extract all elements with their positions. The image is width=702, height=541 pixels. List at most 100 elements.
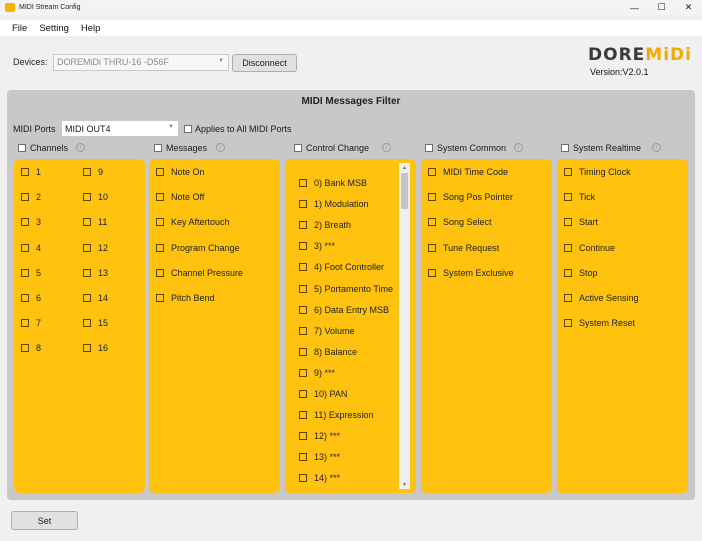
system-common-item[interactable]: System Exclusive xyxy=(428,268,514,278)
maximize-icon[interactable]: ☐ xyxy=(648,0,675,15)
info-icon[interactable]: i xyxy=(382,143,391,152)
channel-checkbox[interactable] xyxy=(83,344,91,353)
menu-file[interactable]: File xyxy=(12,23,27,34)
channels-select-all-checkbox[interactable] xyxy=(18,144,26,152)
channel-checkbox[interactable] xyxy=(21,294,29,302)
scroll-down-icon[interactable]: ▼ xyxy=(399,480,410,489)
channel-checkbox[interactable] xyxy=(21,268,29,277)
channel-item[interactable]: 13 xyxy=(83,268,108,278)
control-change-checkbox[interactable] xyxy=(299,179,307,187)
info-icon[interactable]: i xyxy=(514,143,523,152)
channel-checkbox[interactable] xyxy=(83,218,91,227)
channel-checkbox[interactable] xyxy=(21,243,29,252)
scroll-thumb[interactable] xyxy=(401,173,408,209)
control-change-item[interactable]: 8) Balance xyxy=(299,347,357,357)
control-change-checkbox[interactable] xyxy=(299,200,307,209)
set-button[interactable]: Set xyxy=(11,511,78,530)
control-change-checkbox[interactable] xyxy=(299,305,307,314)
channel-checkbox[interactable] xyxy=(83,319,91,328)
channel-checkbox[interactable] xyxy=(21,344,29,353)
control-change-item[interactable]: 14) *** xyxy=(299,473,340,483)
control-change-item[interactable]: 7) Volume xyxy=(299,326,355,336)
channel-item[interactable]: 11 xyxy=(83,217,107,227)
control-change-item[interactable]: 9) *** xyxy=(299,368,335,378)
channel-checkbox[interactable] xyxy=(21,168,29,176)
control-change-item[interactable]: 2) Breath xyxy=(299,220,351,230)
channel-item[interactable]: 6 xyxy=(21,293,41,303)
system-realtime-item[interactable]: System Reset xyxy=(564,318,635,328)
control-change-item[interactable]: 6) Data Entry MSB xyxy=(299,305,389,315)
control-change-select-all-checkbox[interactable] xyxy=(294,144,302,152)
system-common-checkbox[interactable] xyxy=(428,218,436,227)
message-checkbox[interactable] xyxy=(156,268,164,277)
message-checkbox[interactable] xyxy=(156,193,164,202)
message-item[interactable]: Note On xyxy=(156,167,205,177)
message-item[interactable]: Key Aftertouch xyxy=(156,217,230,227)
system-common-item[interactable]: Tune Request xyxy=(428,243,499,253)
control-change-item[interactable]: 11) Expression xyxy=(299,410,373,420)
channel-item[interactable]: 16 xyxy=(83,343,108,353)
minimize-icon[interactable]: — xyxy=(621,0,648,15)
control-change-checkbox[interactable] xyxy=(299,326,307,335)
channel-item[interactable]: 12 xyxy=(83,243,108,253)
channel-checkbox[interactable] xyxy=(83,193,91,202)
message-item[interactable]: Channel Pressure xyxy=(156,268,243,278)
message-item[interactable]: Program Change xyxy=(156,243,240,253)
system-realtime-checkbox[interactable] xyxy=(564,218,572,227)
channel-item[interactable]: 5 xyxy=(21,268,41,278)
message-checkbox[interactable] xyxy=(156,294,164,302)
channel-checkbox[interactable] xyxy=(21,218,29,227)
system-realtime-checkbox[interactable] xyxy=(564,168,572,176)
system-common-item[interactable]: Song Select xyxy=(428,217,492,227)
channel-item[interactable]: 3 xyxy=(21,217,41,227)
control-change-checkbox[interactable] xyxy=(299,221,307,230)
info-icon[interactable]: i xyxy=(76,143,85,152)
system-common-select-all-checkbox[interactable] xyxy=(425,144,433,152)
channel-item[interactable]: 10 xyxy=(83,192,108,202)
control-change-checkbox[interactable] xyxy=(299,453,307,462)
channel-checkbox[interactable] xyxy=(21,319,29,328)
system-common-checkbox[interactable] xyxy=(428,168,436,176)
channel-item[interactable]: 9 xyxy=(83,167,103,177)
system-common-item[interactable]: Song Pos Pointer xyxy=(428,192,513,202)
system-realtime-checkbox[interactable] xyxy=(564,319,572,328)
channel-item[interactable]: 4 xyxy=(21,243,41,253)
system-realtime-select-all-checkbox[interactable] xyxy=(561,144,569,152)
disconnect-button[interactable]: Disconnect xyxy=(232,54,297,72)
applies-all-toggle[interactable]: Applies to All MIDI Ports xyxy=(184,124,292,134)
channel-checkbox[interactable] xyxy=(83,294,91,302)
scroll-up-icon[interactable]: ▲ xyxy=(399,163,410,172)
control-change-checkbox[interactable] xyxy=(299,368,307,377)
system-common-checkbox[interactable] xyxy=(428,243,436,252)
midi-ports-dropdown[interactable]: MIDI OUT4 ▼ xyxy=(61,120,179,137)
channel-checkbox[interactable] xyxy=(83,168,91,176)
system-realtime-item[interactable]: Timing Clock xyxy=(564,167,631,177)
system-realtime-checkbox[interactable] xyxy=(564,294,572,302)
system-common-checkbox[interactable] xyxy=(428,193,436,202)
control-change-checkbox[interactable] xyxy=(299,284,307,293)
message-checkbox[interactable] xyxy=(156,243,164,252)
control-change-checkbox[interactable] xyxy=(299,242,307,251)
system-realtime-checkbox[interactable] xyxy=(564,268,572,277)
control-change-scrollbar[interactable]: ▲ ▼ xyxy=(399,163,410,489)
applies-all-checkbox[interactable] xyxy=(184,125,192,133)
message-item[interactable]: Note Off xyxy=(156,192,204,202)
channel-item[interactable]: 7 xyxy=(21,318,41,328)
system-realtime-item[interactable]: Start xyxy=(564,217,598,227)
info-icon[interactable]: i xyxy=(216,143,225,152)
system-realtime-item[interactable]: Stop xyxy=(564,268,598,278)
control-change-item[interactable]: 4) Foot Controller xyxy=(299,262,384,272)
channel-item[interactable]: 1 xyxy=(21,167,41,177)
control-change-item[interactable]: 10) PAN xyxy=(299,389,347,399)
channel-item[interactable]: 15 xyxy=(83,318,108,328)
system-realtime-item[interactable]: Continue xyxy=(564,243,615,253)
control-change-item[interactable]: 12) *** xyxy=(299,431,340,441)
channel-item[interactable]: 8 xyxy=(21,343,41,353)
message-item[interactable]: Pitch Bend xyxy=(156,293,215,303)
close-icon[interactable]: ✕ xyxy=(675,0,702,15)
channel-checkbox[interactable] xyxy=(21,193,29,202)
menu-help[interactable]: Help xyxy=(81,23,101,34)
message-checkbox[interactable] xyxy=(156,168,164,176)
control-change-item[interactable]: 5) Portamento Time xyxy=(299,284,393,294)
control-change-item[interactable]: 0) Bank MSB xyxy=(299,178,367,188)
